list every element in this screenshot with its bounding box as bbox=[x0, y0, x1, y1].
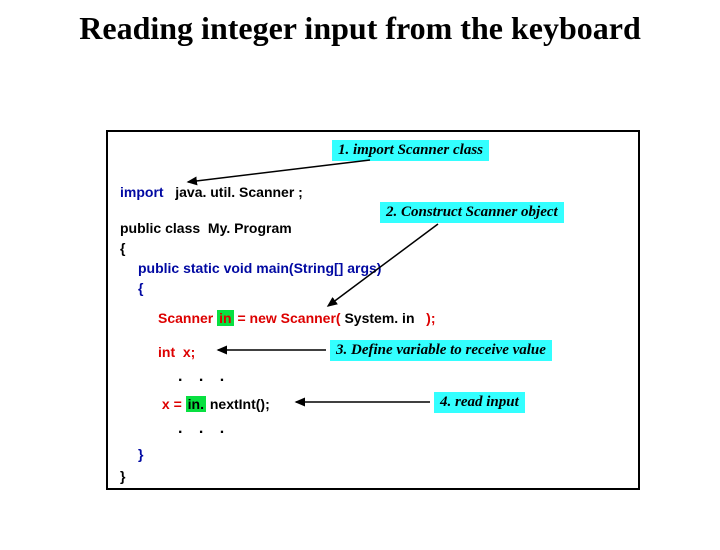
code-import-pkg: java. util. Scanner ; bbox=[164, 184, 303, 200]
code-class-decl: public class My. Program bbox=[120, 220, 292, 236]
code-assign-line: x = in. nextInt(); bbox=[158, 396, 270, 412]
code-close-brace-2: } bbox=[138, 446, 143, 462]
code-open-brace-2: { bbox=[138, 280, 143, 296]
code-dots-1: . . . bbox=[178, 368, 230, 386]
arrow-1 bbox=[188, 160, 370, 182]
code-dots-2: . . . bbox=[178, 420, 230, 438]
code-main-sig: public static void main(String[] args) bbox=[138, 260, 381, 276]
code-frame: 1. import Scanner class import java. uti… bbox=[106, 130, 640, 490]
code-assign-pre: x = bbox=[158, 396, 186, 412]
code-scanner-mid: = new Scanner( bbox=[234, 310, 345, 326]
page-title: Reading integer input from the keyboard bbox=[40, 10, 680, 47]
code-scanner-post: ); bbox=[415, 310, 436, 326]
annotation-3: 3. Define variable to receive value bbox=[330, 340, 552, 361]
code-close-brace: } bbox=[120, 468, 125, 484]
code-scanner-in: in bbox=[217, 310, 233, 326]
code-int-x: int x; bbox=[158, 344, 195, 360]
code-scanner-pre: Scanner bbox=[158, 310, 217, 326]
code-assign-post: nextInt(); bbox=[206, 396, 270, 412]
code-import-kw: import bbox=[120, 184, 164, 200]
code-scanner-sysin: System. in bbox=[344, 310, 414, 326]
code-scanner-line: Scanner in = new Scanner( System. in ); bbox=[158, 310, 436, 326]
annotation-1: 1. import Scanner class bbox=[332, 140, 489, 161]
annotation-4: 4. read input bbox=[434, 392, 525, 413]
code-assign-in: in. bbox=[186, 396, 206, 412]
code-open-brace: { bbox=[120, 240, 125, 256]
annotation-2: 2. Construct Scanner object bbox=[380, 202, 564, 223]
code-import-line: import java. util. Scanner ; bbox=[120, 184, 303, 200]
